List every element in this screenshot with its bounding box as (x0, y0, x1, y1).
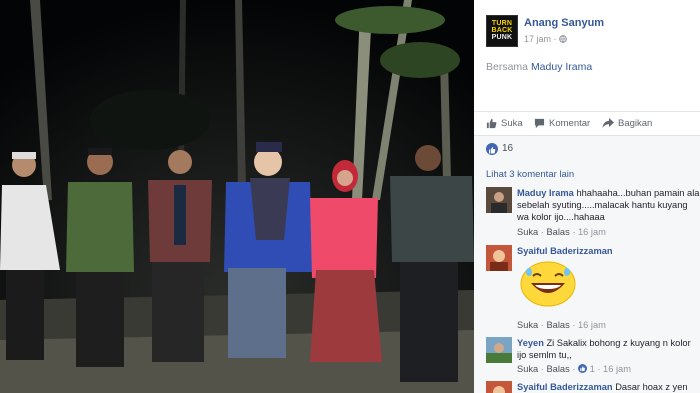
view-more-comments-link[interactable]: Lihat 3 komentar lain (486, 169, 574, 180)
comment-reaction-count[interactable]: 1 (590, 364, 595, 374)
tagged-prefix: Bersama (486, 61, 529, 73)
commenter-name[interactable]: Syaiful Baderizzaman (517, 246, 613, 256)
like-button[interactable]: Suka (486, 118, 523, 129)
comment-meta: Suka · Balas · 16 jam (517, 227, 606, 237)
comment-body: Maduy Irama hhahaaha...buhan pamain ala … (517, 187, 700, 223)
post-header: TURN BACK PUNK Anang Sanyum 17 jam · Ber… (474, 0, 700, 155)
comment-time[interactable]: 16 jam (578, 227, 606, 237)
tagged-with: Bersama Maduy Irama (486, 61, 592, 73)
author-avatar[interactable]: TURN BACK PUNK (486, 15, 518, 47)
avatar-text-line: BACK (491, 27, 513, 34)
like-reaction-icon (486, 143, 498, 155)
comment-text: Zi Sakalix bohong z kuyang n kolor ijo s… (517, 338, 691, 360)
thumbs-up-icon (486, 118, 497, 129)
avatar[interactable] (486, 337, 512, 363)
action-bar: Suka Komentar Bagikan (474, 111, 700, 136)
commenter-name[interactable]: Syaiful Baderizzaman (517, 382, 613, 392)
comment-time[interactable]: 16 jam (603, 364, 631, 374)
group-photo-night (0, 0, 474, 393)
comment-body: Syaiful Baderizzaman (517, 245, 700, 257)
comment-time[interactable]: 16 jam (578, 320, 606, 330)
laughing-emoji-sticker-icon (520, 261, 576, 307)
avatar[interactable] (486, 381, 512, 393)
globe-icon (559, 35, 567, 43)
share-arrow-icon (602, 118, 614, 128)
reaction-summary[interactable]: 16 (474, 135, 700, 162)
comment-like-link[interactable]: Suka (517, 227, 538, 237)
comment-reply-link[interactable]: Balas (546, 227, 569, 237)
comments-section: Lihat 3 komentar lain Maduy Irama hhahaa… (474, 161, 700, 393)
author-name[interactable]: Anang Sanyum (524, 17, 604, 29)
comment-reply-link[interactable]: Balas (546, 320, 569, 330)
avatar-text-line: PUNK (491, 34, 513, 41)
thumbs-up-icon (489, 147, 496, 154)
post-time-row: 17 jam · (524, 34, 567, 44)
like-reaction-icon (578, 364, 587, 373)
post-photo[interactable] (0, 0, 474, 393)
post-panel: TURN BACK PUNK Anang Sanyum 17 jam · Ber… (474, 0, 700, 393)
comment-body: Syaiful Baderizzaman Dasar hoax z yen ae… (517, 381, 700, 393)
comment-button[interactable]: Komentar (534, 118, 590, 129)
comment-label: Komentar (549, 118, 591, 129)
avatar-text-line: TURN (491, 20, 513, 27)
share-button[interactable]: Bagikan (602, 118, 652, 129)
post-time[interactable]: 17 jam (524, 34, 551, 44)
commenter-name[interactable]: Maduy Irama (517, 188, 574, 198)
comment-like-link[interactable]: Suka (517, 320, 538, 330)
reaction-count: 16 (502, 143, 514, 154)
avatar[interactable] (486, 245, 512, 271)
comment-meta: Suka · Balas · 1 · 16 jam (517, 364, 631, 374)
tagged-friend-link[interactable]: Maduy Irama (531, 61, 592, 73)
avatar[interactable] (486, 187, 512, 213)
comment-icon (534, 118, 545, 129)
share-label: Bagikan (618, 118, 653, 129)
commenter-name[interactable]: Yeyen (517, 338, 544, 348)
comment-reply-link[interactable]: Balas (546, 364, 569, 374)
like-label: Suka (501, 118, 523, 129)
comment-like-link[interactable]: Suka (517, 364, 538, 374)
comment-meta: Suka · Balas · 16 jam (517, 320, 606, 330)
comment-body: Yeyen Zi Sakalix bohong z kuyang n kolor… (517, 337, 700, 361)
